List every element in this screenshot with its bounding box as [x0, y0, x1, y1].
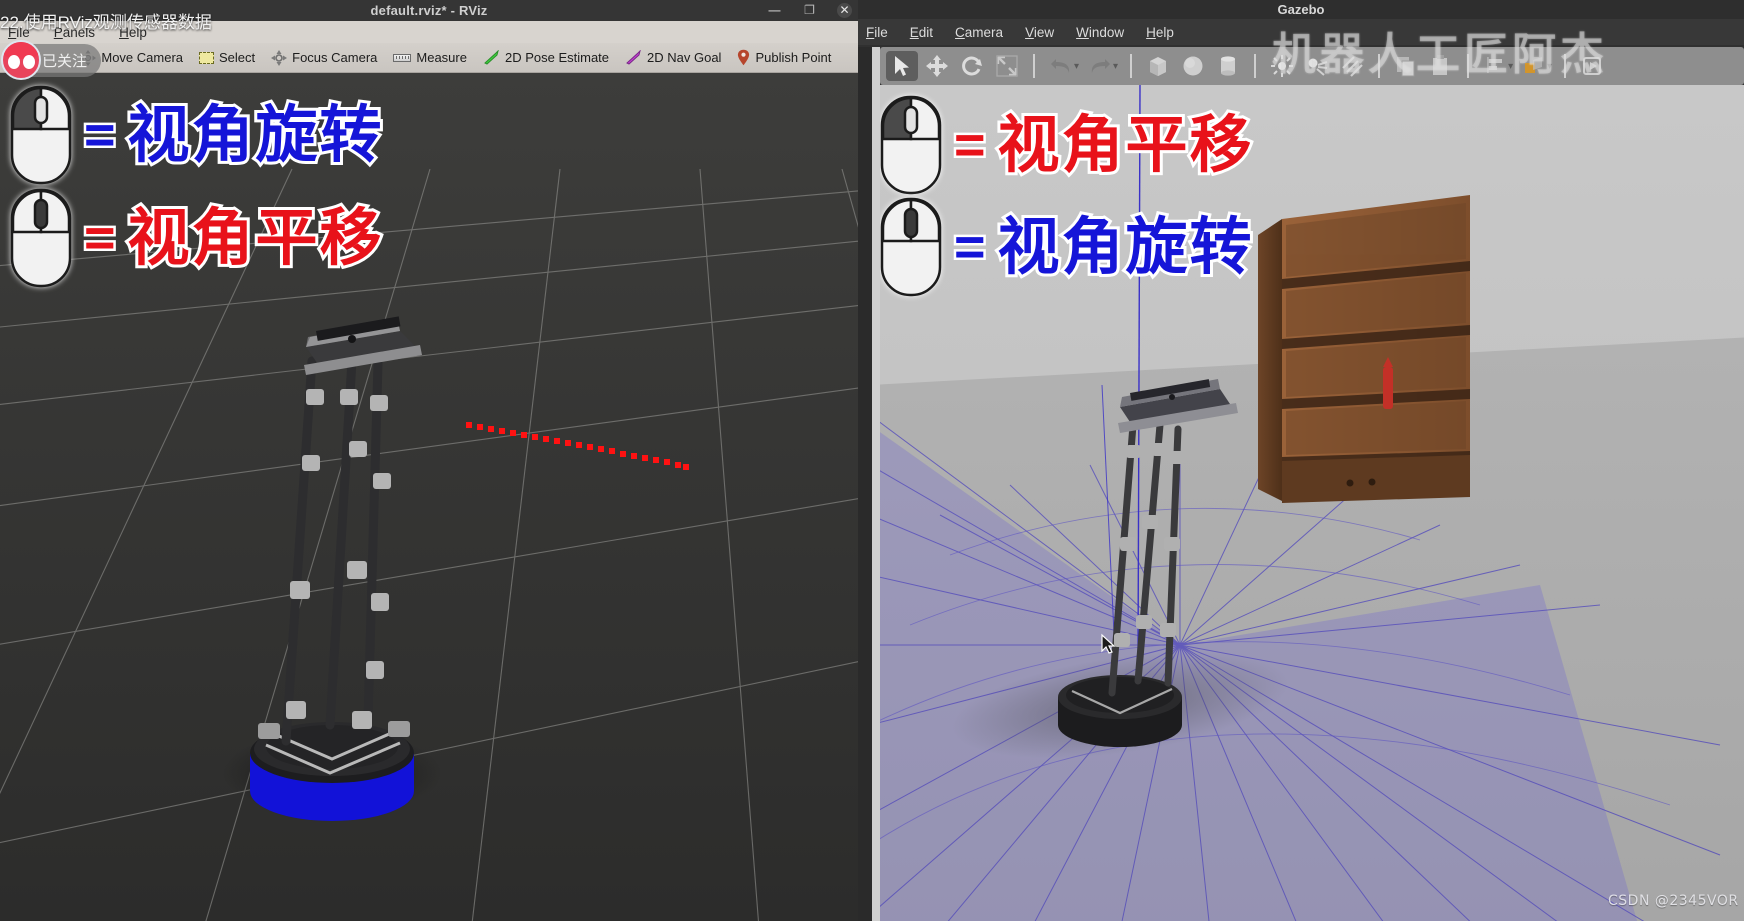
- toolbar-separator-3: [1254, 54, 1257, 78]
- gazebo-legend-equals-2: =: [952, 217, 988, 277]
- align-icon[interactable]: [1479, 51, 1511, 81]
- toolbar-separator-4: [1378, 54, 1381, 78]
- gazebo-menubar: File Edit Camera View Window Help: [858, 19, 1744, 45]
- gazebo-legend-row-1: = 视角平移: [880, 95, 1255, 195]
- directional-light-icon[interactable]: [1336, 51, 1368, 81]
- gazebo-toolbar: ▾ ▾ ▾ ▾: [880, 47, 1744, 85]
- gazebo-legend-equals-1: =: [952, 115, 988, 175]
- toolbar-separator-5: [1467, 54, 1470, 78]
- gz-menu-window[interactable]: Window: [1076, 25, 1124, 40]
- mouse-left-button-icon: [10, 85, 72, 185]
- cylinder-icon[interactable]: [1212, 51, 1244, 81]
- caret-down-icon-align[interactable]: ▾: [1508, 61, 1513, 72]
- undo-arrow-icon[interactable]: [1045, 51, 1077, 81]
- ruler-icon: [393, 53, 412, 62]
- tool-move-camera-label: Move Camera: [101, 50, 183, 65]
- uploader-avatar[interactable]: [1, 40, 41, 80]
- rviz-toolbar: Interact Move Camera Select: [0, 43, 858, 73]
- rviz-window-title: default.rviz* - RViz: [370, 3, 488, 18]
- minimize-icon[interactable]: —: [767, 3, 782, 18]
- gazebo-panel-splitter[interactable]: [872, 47, 880, 921]
- rviz-window: default.rviz* - RViz — ❐ ✕ File Panels H…: [0, 0, 858, 921]
- tool-publish-point-label: Publish Point: [755, 50, 832, 65]
- gazebo-window-title: Gazebo: [1277, 2, 1325, 17]
- purple-arrow-icon: [625, 49, 642, 65]
- view-angle-icon[interactable]: [1576, 51, 1608, 81]
- spot-light-icon[interactable]: [1301, 51, 1333, 81]
- tool-2d-nav-goal-label: 2D Nav Goal: [647, 50, 722, 65]
- rviz-3d-viewport[interactable]: = 视角旋转 = 视角平移: [0, 73, 858, 921]
- tool-select[interactable]: Select: [191, 48, 263, 67]
- tool-focus-camera-label: Focus Camera: [292, 50, 378, 65]
- toolbar-separator-2: [1130, 54, 1133, 78]
- rviz-legend-row-1: = 视角旋转: [10, 85, 385, 185]
- gz-menu-help[interactable]: Help: [1146, 25, 1174, 40]
- snap-icon[interactable]: [1518, 51, 1550, 81]
- tool-add[interactable]: +: [851, 48, 858, 68]
- paste-icon[interactable]: [1425, 51, 1457, 81]
- gazebo-legend-row-2: = 视角旋转: [880, 197, 1255, 297]
- caret-down-icon-snap[interactable]: ▾: [1547, 61, 1552, 72]
- avatar-eye-left: [8, 55, 20, 69]
- caret-down-icon-undo[interactable]: ▾: [1074, 61, 1079, 72]
- screen-root: default.rviz* - RViz — ❐ ✕ File Panels H…: [0, 0, 1744, 921]
- tool-measure[interactable]: Measure: [385, 48, 475, 67]
- sphere-icon[interactable]: [1177, 51, 1209, 81]
- gz-menu-camera[interactable]: Camera: [955, 25, 1003, 40]
- caret-down-icon-redo[interactable]: ▾: [1113, 61, 1118, 72]
- bookshelf-model: [1258, 195, 1470, 503]
- gz-menu-edit[interactable]: Edit: [910, 25, 933, 40]
- map-pin-icon: [737, 49, 750, 66]
- tool-measure-label: Measure: [416, 50, 467, 65]
- rviz-legend-equals-2: =: [82, 208, 118, 268]
- select-icon: [199, 51, 214, 64]
- rviz-window-controls: — ❐ ✕: [767, 0, 852, 21]
- tool-select-label: Select: [219, 50, 256, 65]
- move-arrows-icon[interactable]: [921, 51, 953, 81]
- tool-focus-camera[interactable]: Focus Camera: [263, 48, 385, 68]
- close-icon[interactable]: ✕: [837, 3, 852, 18]
- toolbar-separator-1: [1033, 54, 1035, 78]
- mouse-scroll-wheel-icon: [10, 188, 72, 288]
- rotate-icon[interactable]: [956, 51, 988, 81]
- avatar-eye-right: [23, 55, 35, 69]
- tool-2d-pose-estimate[interactable]: 2D Pose Estimate: [475, 48, 617, 67]
- gz-menu-file[interactable]: File: [866, 25, 888, 40]
- mouse-scroll-wheel-icon-2: [880, 197, 942, 297]
- gazebo-legend-label-2: 视角旋转: [995, 210, 1255, 283]
- tool-2d-nav-goal[interactable]: 2D Nav Goal: [617, 48, 729, 67]
- point-light-icon[interactable]: [1266, 51, 1298, 81]
- gazebo-window: Gazebo File Edit Camera View Window Help: [858, 0, 1744, 921]
- scale-icon[interactable]: [991, 51, 1023, 81]
- gazebo-legend-label-1: 视角平移: [995, 108, 1255, 181]
- video-title: 22.使用RViz观测传感器数据: [0, 13, 212, 32]
- cursor-arrow-icon[interactable]: [886, 51, 918, 81]
- rviz-legend-equals-1: =: [82, 105, 118, 165]
- gz-menu-view[interactable]: View: [1025, 25, 1054, 40]
- csdn-watermark: CSDN @2345VOR: [1608, 893, 1739, 909]
- mouse-left-button-icon-2: [880, 95, 942, 195]
- toolbar-separator-6: [1564, 54, 1567, 78]
- avatar-cap: [3, 42, 39, 59]
- focus-camera-icon: [271, 49, 288, 66]
- box-icon[interactable]: [1142, 51, 1174, 81]
- follow-button-label: 已关注: [42, 53, 88, 70]
- tool-publish-point[interactable]: Publish Point: [729, 47, 839, 68]
- tool-2d-pose-estimate-label: 2D Pose Estimate: [504, 50, 610, 65]
- rviz-legend-label-1: 视角旋转: [125, 98, 385, 171]
- maximize-icon[interactable]: ❐: [802, 3, 817, 18]
- redo-arrow-icon[interactable]: [1084, 51, 1116, 81]
- copy-icon[interactable]: [1390, 51, 1422, 81]
- rviz-legend-label-2: 视角平移: [125, 201, 385, 274]
- gazebo-3d-viewport[interactable]: = 视角平移 = 视角旋转: [880, 85, 1744, 921]
- rviz-legend-row-2: = 视角平移: [10, 188, 385, 288]
- gazebo-titlebar: Gazebo: [858, 0, 1744, 19]
- green-arrow-icon: [483, 49, 500, 65]
